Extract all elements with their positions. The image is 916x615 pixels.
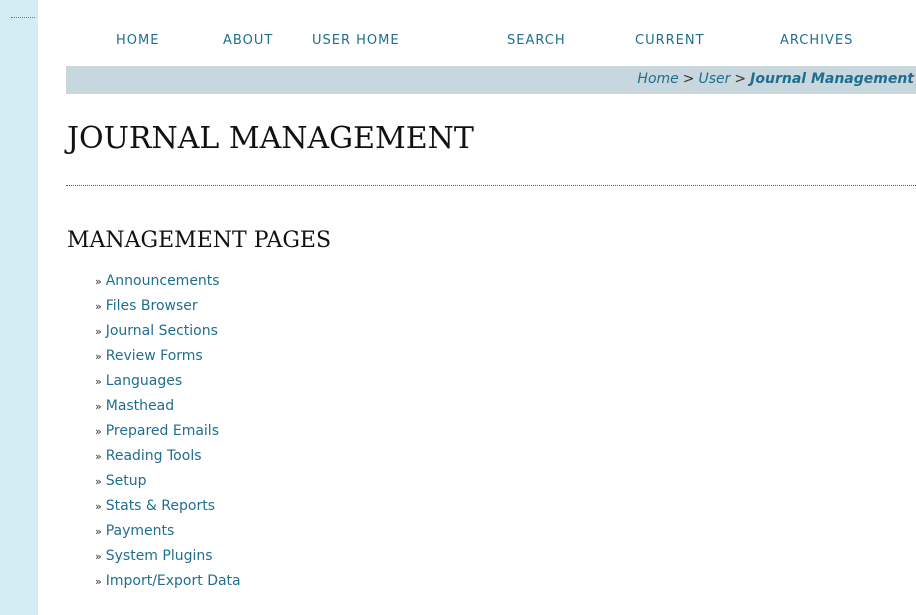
section-heading-management-pages: MANAGEMENT PAGES xyxy=(67,228,332,253)
link-review-forms[interactable]: Review Forms xyxy=(106,348,203,364)
bullet-icon: » xyxy=(95,500,102,513)
nav-search-link[interactable]: SEARCH xyxy=(507,33,566,48)
nav-user-home-link[interactable]: USER HOME xyxy=(312,33,400,48)
breadcrumb-separator: > xyxy=(682,71,695,87)
nav-current-link[interactable]: CURRENT xyxy=(635,33,705,48)
nav-home-link[interactable]: HOME xyxy=(116,33,159,48)
bullet-icon: » xyxy=(95,550,102,563)
link-announcements[interactable]: Announcements xyxy=(106,273,220,289)
nav-about-link[interactable]: ABOUT xyxy=(223,33,273,48)
list-item: » Reading Tools xyxy=(95,446,241,471)
link-masthead[interactable]: Masthead xyxy=(106,398,174,414)
list-item: » Prepared Emails xyxy=(95,421,241,446)
title-divider xyxy=(66,185,916,186)
link-setup[interactable]: Setup xyxy=(106,473,147,489)
list-item: » Review Forms xyxy=(95,346,241,371)
link-prepared-emails[interactable]: Prepared Emails xyxy=(106,423,219,439)
list-item: » Stats & Reports xyxy=(95,496,241,521)
breadcrumb-current-link[interactable]: Journal Management xyxy=(750,71,914,87)
link-journal-sections[interactable]: Journal Sections xyxy=(106,323,218,339)
list-item: » Masthead xyxy=(95,396,241,421)
list-item: » Files Browser xyxy=(95,296,241,321)
breadcrumb-user-link[interactable]: User xyxy=(699,71,731,87)
list-item: » System Plugins xyxy=(95,546,241,571)
link-languages[interactable]: Languages xyxy=(106,373,182,389)
list-item: » Import/Export Data xyxy=(95,571,241,596)
link-stats-reports[interactable]: Stats & Reports xyxy=(106,498,215,514)
link-import-export-data[interactable]: Import/Export Data xyxy=(106,573,241,589)
list-item: » Setup xyxy=(95,471,241,496)
breadcrumb-home-link[interactable]: Home xyxy=(637,71,678,87)
bullet-icon: » xyxy=(95,400,102,413)
bullet-icon: » xyxy=(95,350,102,363)
bullet-icon: » xyxy=(95,300,102,313)
bullet-icon: » xyxy=(95,475,102,488)
bullet-icon: » xyxy=(95,375,102,388)
sidebar-divider xyxy=(11,17,35,18)
list-item: » Announcements xyxy=(95,271,241,296)
list-item: » Payments xyxy=(95,521,241,546)
link-files-browser[interactable]: Files Browser xyxy=(106,298,198,314)
bullet-icon: » xyxy=(95,525,102,538)
nav-archives-link[interactable]: ARCHIVES xyxy=(780,33,853,48)
breadcrumb-separator: > xyxy=(734,71,747,87)
page-title: JOURNAL MANAGEMENT xyxy=(67,121,474,156)
breadcrumb: Home > User > Journal Management xyxy=(637,71,914,87)
link-payments[interactable]: Payments xyxy=(106,523,175,539)
bullet-icon: » xyxy=(95,325,102,338)
bullet-icon: » xyxy=(95,575,102,588)
bullet-icon: » xyxy=(95,425,102,438)
management-pages-list: » Announcements » Files Browser » Journal S… xyxy=(95,271,241,596)
left-sidebar-strip xyxy=(0,0,38,615)
list-item: » Languages xyxy=(95,371,241,396)
bullet-icon: » xyxy=(95,275,102,288)
link-system-plugins[interactable]: System Plugins xyxy=(106,548,213,564)
list-item: » Journal Sections xyxy=(95,321,241,346)
link-reading-tools[interactable]: Reading Tools xyxy=(106,448,202,464)
breadcrumb-bar: Home > User > Journal Management xyxy=(66,66,916,94)
bullet-icon: » xyxy=(95,450,102,463)
